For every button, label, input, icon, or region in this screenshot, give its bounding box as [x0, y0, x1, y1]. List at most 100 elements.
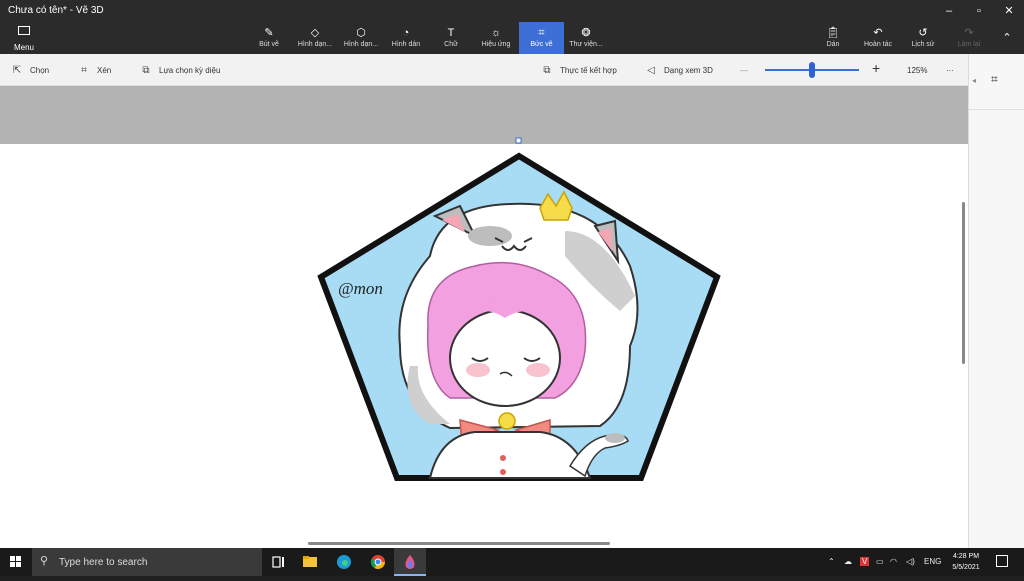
- zoom-slider-thumb[interactable]: [809, 62, 815, 78]
- volume-icon[interactable]: ◁): [906, 557, 915, 566]
- paste-icon: 📋︎: [826, 27, 840, 39]
- vietkey-icon[interactable]: V: [860, 557, 870, 566]
- zoom-level[interactable]: 125%: [907, 64, 927, 78]
- 3d-view-icon: ◁: [647, 65, 655, 76]
- folder-icon: [18, 26, 30, 35]
- windows-logo-icon: [10, 556, 21, 567]
- crop-button[interactable]: ⌗ Xén: [77, 64, 111, 78]
- crop-label: Xén: [97, 66, 112, 75]
- canvas-icon: ⌗: [538, 27, 545, 39]
- history-label: Lịch sử: [911, 41, 935, 48]
- battery-icon[interactable]: ▭: [876, 557, 884, 566]
- history-icon: ↺: [918, 27, 928, 39]
- folder-icon: [303, 556, 317, 567]
- taskbar-clock[interactable]: 4:28 PM 5/5/2021: [946, 551, 986, 573]
- effects-icon: ☼: [490, 27, 502, 39]
- 3d-shapes-icon: ⬡: [356, 27, 366, 39]
- close-button[interactable]: ✕: [998, 3, 1020, 19]
- 3d-library-icon: ❂: [581, 27, 591, 39]
- paint-3d-taskbar-button[interactable]: [394, 548, 426, 576]
- tool-effects[interactable]: ☼ Hiệu ứng: [477, 22, 515, 54]
- undo-button[interactable]: ↶ Hoàn tác: [858, 22, 898, 54]
- magic-select-label: Lựa chọn kỳ diệu: [159, 66, 221, 75]
- task-view-button[interactable]: [262, 548, 294, 576]
- view-3d-button[interactable]: ◁ Dạng xem 3D: [644, 64, 713, 78]
- edge-button[interactable]: [328, 548, 360, 576]
- text-icon: T: [447, 27, 455, 39]
- canvas-crop-icon: ⌗: [991, 72, 998, 86]
- paste-button[interactable]: 📋︎ Dán: [820, 22, 846, 54]
- language-indicator[interactable]: ENG: [924, 557, 941, 566]
- search-placeholder: Type here to search: [59, 557, 148, 568]
- tool-stickers[interactable]: ◔ Hình dán: [388, 22, 424, 54]
- show-hidden-icons-chevron-icon[interactable]: ⌃: [828, 557, 835, 566]
- tool-label: Hình dạn...: [297, 41, 333, 48]
- ribbon: Menu ✎ Bút vẽ ◇ Hình dạn... ⬡ Hình dạn..…: [0, 22, 1024, 54]
- wifi-icon[interactable]: ◠: [890, 557, 897, 566]
- panel-divider: [969, 109, 1024, 110]
- menu-button[interactable]: Menu: [8, 24, 40, 52]
- windows-taskbar: ⚲ Type here to search ⌃ ☁ V ▭ ◠ ◁) ENG 4: [0, 548, 1024, 576]
- cursor-icon: ⇱: [12, 65, 22, 76]
- search-icon: ⚲: [40, 555, 49, 567]
- vertical-scrollbar[interactable]: [962, 202, 965, 364]
- side-panel: ◂ ⌗: [968, 54, 1024, 548]
- collapse-ribbon-button[interactable]: ⌃: [996, 22, 1018, 54]
- redo-button[interactable]: ↷ Làm lại: [952, 22, 986, 54]
- more-button[interactable]: ···: [946, 64, 954, 78]
- tool-label: Bức vẽ: [530, 41, 553, 48]
- redo-icon: ↷: [964, 27, 974, 39]
- mixed-reality-label: Thực tế kết hợp: [560, 66, 617, 75]
- tool-canvas[interactable]: ⌗ Bức vẽ: [519, 22, 564, 54]
- horizontal-scrollbar[interactable]: [308, 542, 610, 545]
- brush-icon: ✎: [264, 27, 274, 39]
- canvas-toolbar: ⇱ Chọn ⌗ Xén ⧉ Lựa chọn kỳ diệu ⧉ Thực tế kế…: [0, 54, 968, 86]
- zoom-in-button[interactable]: +: [872, 61, 880, 75]
- canvas-resize-handle[interactable]: [515, 137, 522, 144]
- magic-select-button[interactable]: ⧉ Lựa chọn kỳ diệu: [139, 64, 220, 78]
- window-title: Chưa có tên* - Vẽ 3D: [8, 5, 104, 16]
- canvas-artwork[interactable]: @mon: [300, 136, 740, 486]
- tool-3d-library[interactable]: ❂ Thư viện...: [566, 22, 606, 54]
- collapse-panel-icon[interactable]: ◂: [972, 76, 976, 85]
- tool-label: Chữ: [444, 41, 458, 48]
- onedrive-icon[interactable]: ☁: [844, 557, 852, 566]
- start-button[interactable]: [0, 548, 32, 576]
- select-button[interactable]: ⇱ Chọn: [10, 64, 49, 78]
- taskbar-search-box[interactable]: ⚲ Type here to search: [32, 548, 262, 576]
- workspace: @mon: [0, 86, 968, 548]
- mixed-reality-icon: ⧉: [543, 65, 551, 76]
- minimize-button[interactable]: –: [938, 3, 960, 19]
- tool-3d-shapes[interactable]: ⬡ Hình dạn...: [340, 22, 382, 54]
- zoom-out-button[interactable]: —: [740, 64, 748, 78]
- clock-time: 4:28 PM: [952, 553, 980, 560]
- action-center-icon[interactable]: [996, 555, 1008, 567]
- redo-label: Làm lại: [957, 41, 981, 48]
- stickers-icon: ◔: [402, 27, 410, 39]
- edge-icon: [337, 555, 351, 569]
- tool-label: Hình dán: [391, 41, 421, 48]
- mixed-reality-button[interactable]: ⧉ Thực tế kết hợp: [540, 64, 617, 78]
- select-label: Chọn: [30, 66, 50, 75]
- undo-label: Hoàn tác: [863, 41, 893, 48]
- chrome-button[interactable]: [362, 548, 394, 576]
- magic-select-icon: ⧉: [142, 65, 150, 76]
- 2d-shapes-icon: ◇: [310, 27, 320, 39]
- tool-text[interactable]: T Chữ: [438, 22, 464, 54]
- view-3d-label: Dạng xem 3D: [664, 66, 713, 75]
- crop-icon: ⌗: [81, 65, 87, 76]
- chevron-up-icon: ⌃: [1002, 32, 1012, 44]
- menu-label: Menu: [13, 43, 34, 52]
- tool-brushes[interactable]: ✎ Bút vẽ: [254, 22, 284, 54]
- history-button[interactable]: ↺ Lịch sử: [906, 22, 940, 54]
- tool-label: Bút vẽ: [259, 41, 279, 48]
- artist-signature: @mon: [338, 279, 383, 298]
- tool-2d-shapes[interactable]: ◇ Hình dạn...: [294, 22, 336, 54]
- chrome-icon: [370, 555, 385, 569]
- file-explorer-button[interactable]: [294, 548, 326, 576]
- clock-date: 5/5/2021: [952, 564, 980, 571]
- paint-3d-window: Chưa có tên* - Vẽ 3D – ▫ ✕ Menu ✎ Bút vẽ…: [0, 0, 1024, 576]
- maximize-button[interactable]: ▫: [968, 3, 990, 19]
- tool-label: Thư viện...: [569, 41, 603, 48]
- tool-label: Hình dạn...: [343, 41, 379, 48]
